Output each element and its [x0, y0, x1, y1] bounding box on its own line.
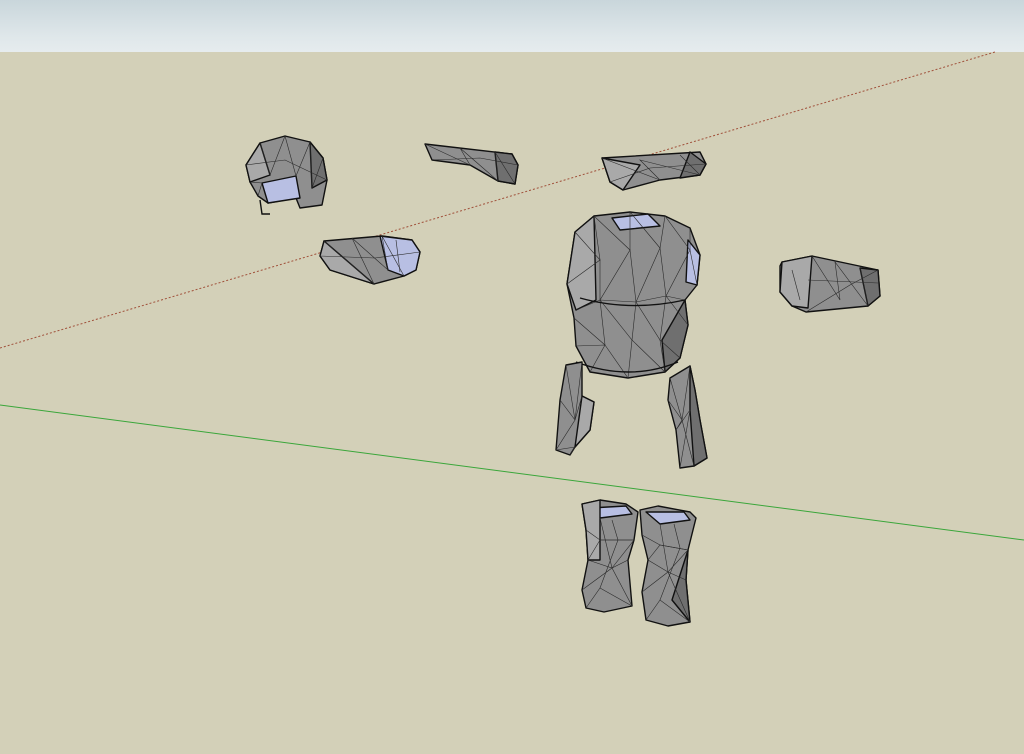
modeling-viewport[interactable]	[0, 0, 1024, 754]
torso-model[interactable]	[566, 211, 701, 379]
shin-left-model[interactable]	[581, 499, 639, 613]
shin-right-model[interactable]	[639, 505, 697, 627]
thigh-left-model[interactable]	[555, 361, 595, 456]
shoulder-left-model[interactable]	[424, 143, 519, 185]
forearm-left-model[interactable]	[319, 235, 421, 285]
helmet-model[interactable]	[245, 135, 328, 215]
forearm-right-model[interactable]	[779, 255, 881, 313]
thigh-right-model[interactable]	[667, 365, 708, 469]
shoulder-right-model[interactable]	[601, 151, 707, 191]
green-axis-line	[0, 404, 1024, 541]
scene-canvas[interactable]	[0, 0, 1024, 754]
